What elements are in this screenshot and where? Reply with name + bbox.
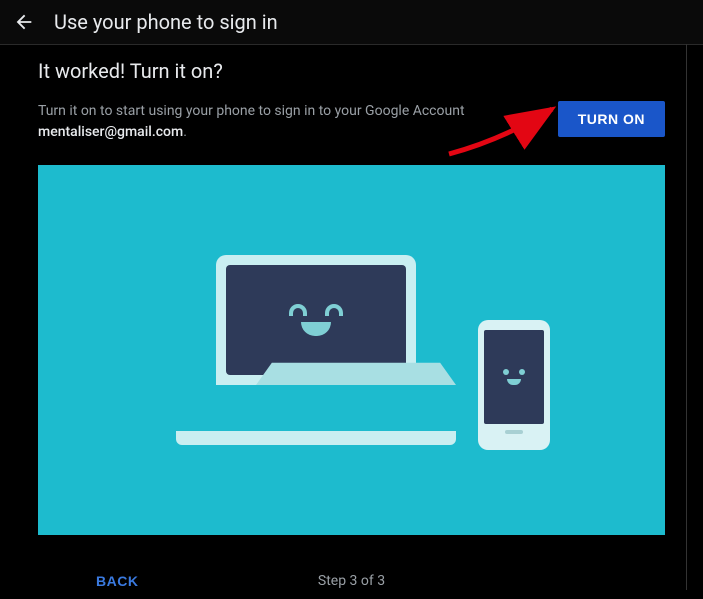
- step-indicator: Step 3 of 3: [318, 573, 385, 589]
- illustration: [38, 165, 665, 535]
- description-row: Turn it on to start using your phone to …: [38, 101, 665, 143]
- laptop-icon: [216, 255, 416, 445]
- description-text: Turn it on to start using your phone to …: [38, 101, 465, 143]
- scrollbar-track: [686, 44, 687, 590]
- period: .: [183, 124, 187, 140]
- turn-on-button[interactable]: TURN ON: [558, 101, 665, 137]
- description-body: Turn it on to start using your phone to …: [38, 103, 465, 119]
- page-heading: It worked! Turn it on?: [38, 59, 665, 83]
- footer: BACK Step 3 of 3: [38, 535, 665, 599]
- header: Use your phone to sign in: [0, 0, 703, 45]
- account-email: mentaliser@gmail.com: [38, 124, 183, 140]
- phone-icon: [478, 320, 550, 450]
- content: It worked! Turn it on? Turn it on to sta…: [0, 45, 703, 599]
- header-title: Use your phone to sign in: [54, 10, 278, 34]
- back-arrow-icon[interactable]: [12, 10, 36, 34]
- back-button[interactable]: BACK: [96, 573, 138, 589]
